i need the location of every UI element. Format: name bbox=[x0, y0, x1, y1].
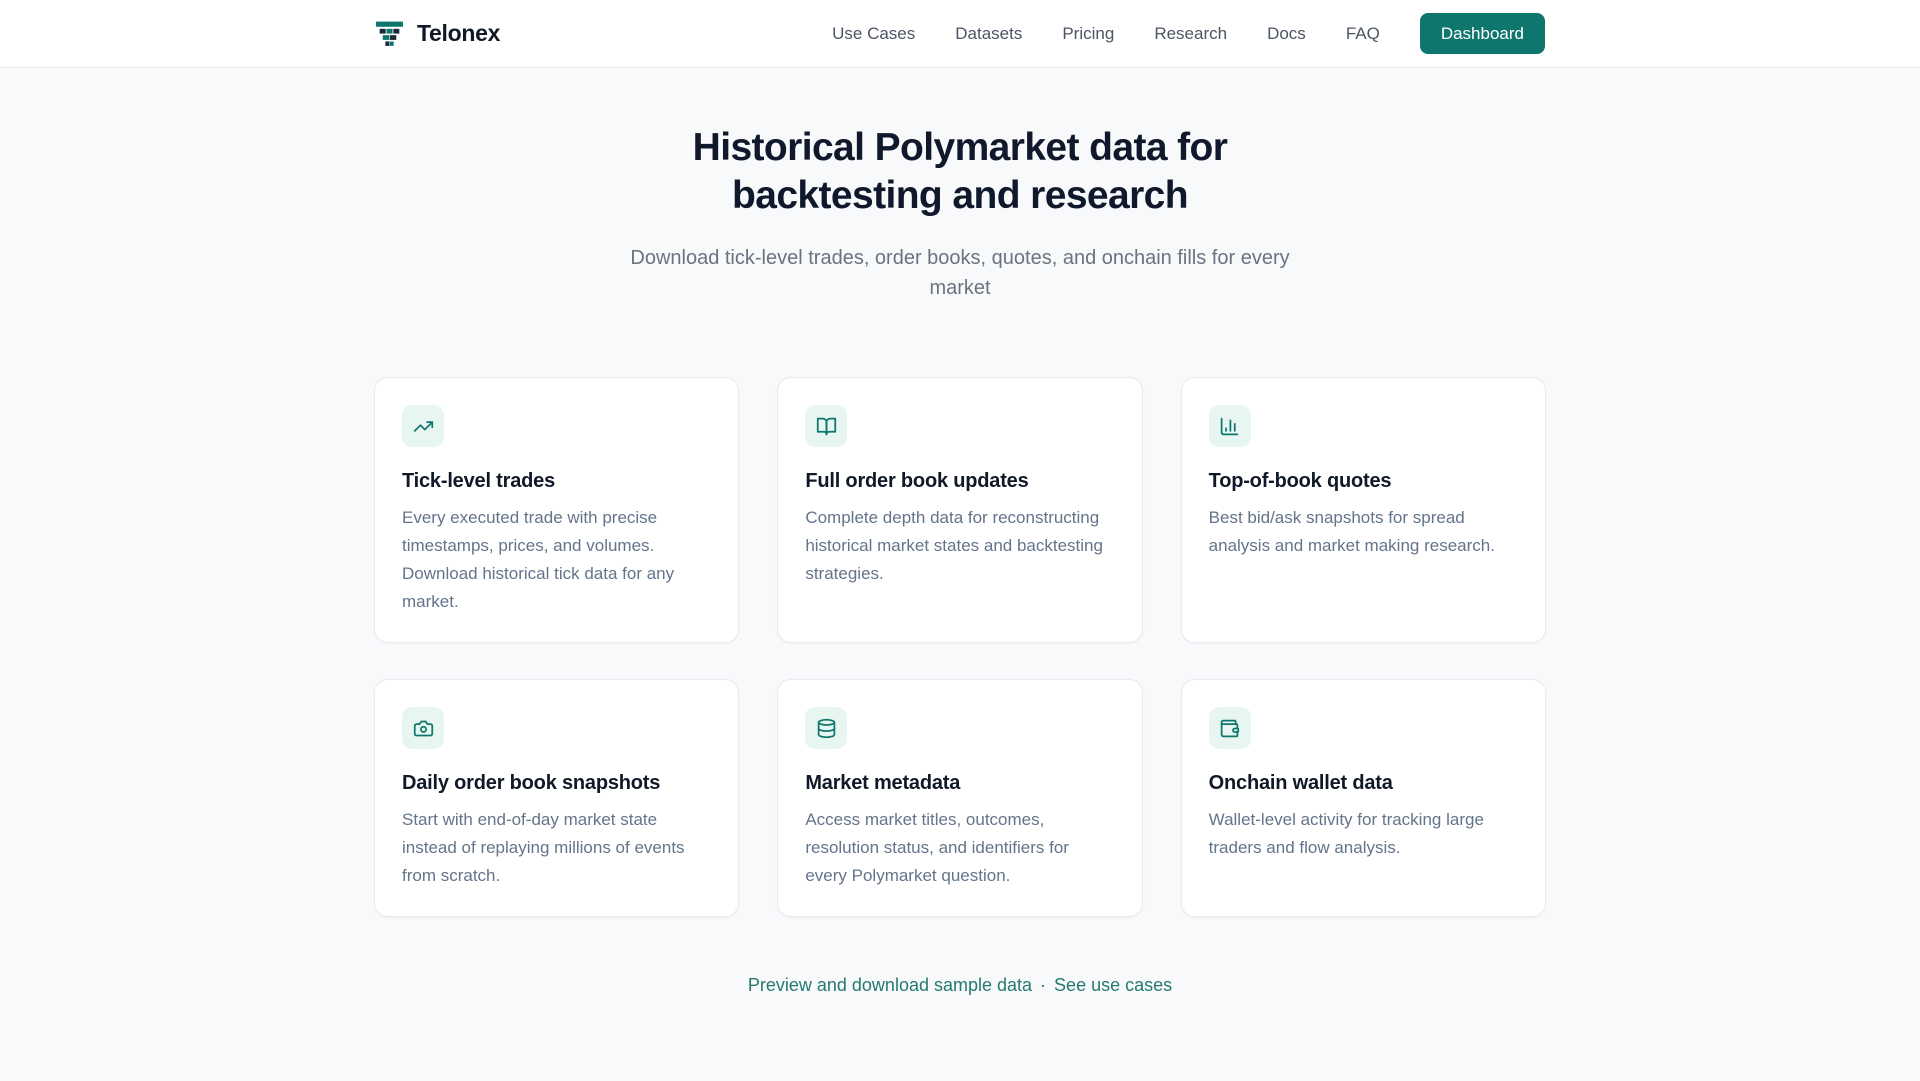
card-title: Top-of-book quotes bbox=[1209, 470, 1518, 493]
card-description: Start with end-of-day market state inste… bbox=[402, 806, 711, 890]
wallet-icon bbox=[1209, 707, 1251, 749]
see-use-cases-link[interactable]: See use cases bbox=[1054, 975, 1172, 995]
trending-up-icon bbox=[402, 405, 444, 447]
card-title: Daily order book snapshots bbox=[402, 772, 711, 795]
card-title: Tick-level trades bbox=[402, 470, 711, 493]
main-content: Historical Polymarket data for backtesti… bbox=[0, 68, 1920, 996]
feature-card: Onchain wallet data Wallet-level activit… bbox=[1181, 679, 1546, 917]
chart-column-icon bbox=[1209, 405, 1251, 447]
header-right: Use CasesDatasetsPricingResearchDocsFAQ … bbox=[832, 13, 1545, 54]
card-description: Access market titles, outcomes, resoluti… bbox=[805, 806, 1114, 890]
features-grid: Tick-level trades Every executed trade w… bbox=[374, 377, 1546, 917]
nav-item-faq[interactable]: FAQ bbox=[1346, 24, 1380, 44]
card-title: Onchain wallet data bbox=[1209, 772, 1518, 795]
page-title: Historical Polymarket data for backtesti… bbox=[0, 124, 1920, 219]
preview-sample-data-link[interactable]: Preview and download sample data bbox=[748, 975, 1032, 995]
page-title-line-2: backtesting and research bbox=[0, 172, 1920, 220]
site-header: Telonex Use Cases Datasets Pricing Research… bbox=[0, 0, 1920, 68]
book-open-icon bbox=[805, 405, 847, 447]
nav-item-use-cases[interactable]: Use Cases bbox=[832, 24, 915, 44]
database-icon bbox=[805, 707, 847, 749]
feature-card: Top-of-book quotes Best bid/ask snapshot… bbox=[1181, 377, 1546, 643]
card-description: Complete depth data for reconstructing h… bbox=[805, 504, 1114, 588]
hero-section: Historical Polymarket data for backtesti… bbox=[0, 68, 1920, 303]
page-title-line-1: Historical Polymarket data for bbox=[0, 124, 1920, 172]
sample-links: Preview and download sample data · See use… bbox=[0, 975, 1920, 996]
nav-item-pricing[interactable]: Pricing bbox=[1062, 24, 1114, 44]
nav-item-research[interactable]: Research bbox=[1154, 24, 1227, 44]
card-title: Full order book updates bbox=[805, 470, 1114, 493]
brand-logo[interactable]: Telonex bbox=[375, 19, 500, 48]
card-description: Every executed trade with precise timest… bbox=[402, 504, 711, 616]
page-subtitle: Download tick-level trades, order books,… bbox=[610, 243, 1310, 303]
camera-icon bbox=[402, 707, 444, 749]
card-title: Market metadata bbox=[805, 772, 1114, 795]
feature-card: Daily order book snapshots Start with en… bbox=[374, 679, 739, 917]
link-separator: · bbox=[1040, 975, 1046, 995]
feature-card: Full order book updates Complete depth d… bbox=[777, 377, 1142, 643]
nav-item-datasets[interactable]: Datasets bbox=[955, 24, 1022, 44]
dashboard-button[interactable]: Dashboard bbox=[1420, 13, 1545, 54]
telonex-logo-icon bbox=[375, 19, 404, 48]
feature-card: Market metadata Access market titles, ou… bbox=[777, 679, 1142, 917]
nav-list: Use Cases Datasets Pricing Research Docs FAQ bbox=[832, 24, 1380, 44]
header-inner: Telonex Use Cases Datasets Pricing Research… bbox=[375, 13, 1545, 54]
feature-card: Tick-level trades Every executed trade w… bbox=[374, 377, 739, 643]
card-description: Best bid/ask snapshots for spread analys… bbox=[1209, 504, 1518, 560]
nav-item-docs[interactable]: Docs bbox=[1267, 24, 1306, 44]
card-description: Wallet-level activity for tracking large… bbox=[1209, 806, 1518, 862]
brand-name: Telonex bbox=[417, 20, 500, 47]
